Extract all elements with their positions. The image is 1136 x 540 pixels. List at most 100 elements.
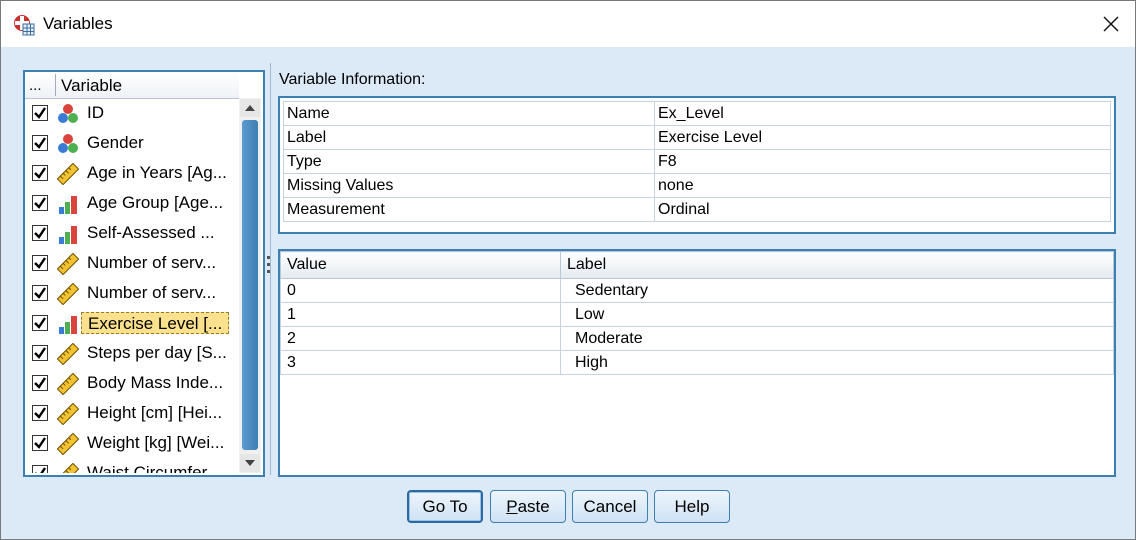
variable-list-item[interactable]: Weight [kg] [Wei...	[25, 429, 239, 459]
value-label-row[interactable]: 3 High	[280, 350, 1114, 375]
ordinal-icon	[59, 226, 77, 244]
variable-checkbox[interactable]	[32, 285, 48, 301]
variable-name: Age in Years [Ag...	[87, 163, 227, 182]
variable-name: Height [cm] [Hei...	[87, 403, 223, 422]
help-button[interactable]: Help	[654, 490, 730, 523]
info-key: Name	[283, 101, 655, 126]
label-cell: Moderate	[560, 326, 1114, 351]
info-row: Label Exercise Level	[283, 125, 1111, 150]
variables-dialog: Variables ... Variable ID Gender Age in Ye…	[0, 0, 1136, 540]
checkmark-icon	[34, 167, 46, 179]
scale-icon	[57, 253, 79, 275]
scale-icon	[57, 373, 79, 395]
scale-icon	[57, 433, 79, 455]
variable-name: Age Group [Age...	[87, 193, 224, 212]
triangle-down-icon	[245, 460, 255, 466]
nominal-icon	[58, 104, 78, 123]
cancel-button[interactable]: Cancel	[572, 490, 648, 523]
label-cell: Sedentary	[560, 278, 1114, 303]
variable-checkbox[interactable]	[32, 375, 48, 391]
variable-checkbox[interactable]	[32, 435, 48, 451]
paste-button[interactable]: Paste	[490, 490, 566, 523]
column-header-label[interactable]: Label	[560, 251, 1114, 279]
info-value: Ex_Level	[654, 101, 1111, 126]
value-cell: 2	[280, 326, 561, 351]
variable-checkbox[interactable]	[32, 225, 48, 241]
ordinal-icon	[59, 196, 77, 214]
checkmark-icon	[35, 467, 46, 473]
variable-checkbox[interactable]	[32, 465, 48, 473]
variable-list-item[interactable]: Exercise Level [...	[25, 309, 239, 339]
scale-icon	[57, 163, 79, 185]
triangle-up-icon	[245, 105, 255, 111]
checkmark-icon	[34, 437, 46, 449]
variable-name: Weight [kg] [Wei...	[87, 433, 225, 452]
scroll-up-button[interactable]	[240, 99, 260, 117]
checkmark-icon	[34, 407, 46, 419]
header-options[interactable]: ...	[29, 77, 42, 94]
label-cell: High	[560, 350, 1114, 375]
value-labels-table: Value Label 0 Sedentary 1 Low 2 Moderate 3 High	[280, 251, 1114, 375]
info-value: F8	[654, 149, 1111, 174]
variable-information-heading: Variable Information:	[279, 71, 426, 88]
nominal-icon	[58, 134, 78, 153]
column-header-value[interactable]: Value	[280, 251, 561, 279]
paste-mnemonic: P	[506, 496, 518, 516]
scroll-thumb[interactable]	[242, 120, 258, 450]
window-title: Variables	[43, 14, 113, 33]
variable-name: Waist Circumfer...	[87, 463, 221, 473]
variable-list-item[interactable]: Gender	[25, 129, 239, 159]
variable-name: Self-Assessed ...	[87, 223, 215, 242]
info-value: Ordinal	[654, 197, 1111, 222]
value-label-row[interactable]: 1 Low	[280, 302, 1114, 327]
variable-list-item[interactable]: Number of serv...	[25, 279, 239, 309]
info-row: Measurement Ordinal	[283, 197, 1111, 222]
scale-icon	[57, 343, 79, 365]
variable-list-item[interactable]: ID	[25, 99, 239, 129]
go-to-button[interactable]: Go To	[407, 490, 483, 523]
variable-information-table: Name Ex_Level Label Exercise Level Type F8 Mis…	[283, 101, 1111, 222]
variable-checkbox[interactable]	[32, 255, 48, 271]
variable-list-scrollbar[interactable]	[239, 98, 261, 473]
variable-checkbox[interactable]	[32, 315, 48, 331]
variable-checkbox[interactable]	[32, 195, 48, 211]
variable-name: Body Mass Inde...	[87, 373, 224, 392]
close-button[interactable]	[1091, 6, 1131, 42]
variable-list-item[interactable]: Waist Circumfer...	[25, 459, 239, 473]
checkmark-icon	[34, 257, 46, 269]
checkmark-icon	[34, 347, 46, 359]
value-label-row[interactable]: 2 Moderate	[280, 326, 1114, 351]
variable-list-item[interactable]: Age Group [Age...	[25, 189, 239, 219]
variable-list-item[interactable]: Steps per day [S...	[25, 339, 239, 369]
variable-list: ... Variable ID Gender Age in Years [Ag...…	[23, 70, 265, 477]
scroll-down-button[interactable]	[240, 454, 260, 472]
value-label-row[interactable]: 0 Sedentary	[280, 278, 1114, 303]
variable-list-item[interactable]: Height [cm] [Hei...	[25, 399, 239, 429]
variable-checkbox[interactable]	[32, 405, 48, 421]
label-cell: Low	[560, 302, 1114, 327]
variable-list-header[interactable]: ... Variable	[25, 72, 239, 99]
variable-list-item[interactable]: Self-Assessed ...	[25, 219, 239, 249]
close-icon	[1103, 16, 1119, 32]
variable-checkbox[interactable]	[32, 105, 48, 121]
info-row: Missing Values none	[283, 173, 1111, 198]
variable-checkbox[interactable]	[32, 165, 48, 181]
info-row: Type F8	[283, 149, 1111, 174]
variable-list-item[interactable]: Body Mass Inde...	[25, 369, 239, 399]
variable-name: Exercise Level [...	[81, 312, 229, 334]
scale-icon	[57, 283, 79, 305]
checkmark-icon	[34, 107, 46, 119]
info-value: Exercise Level	[654, 125, 1111, 150]
variable-list-item[interactable]: Age in Years [Ag...	[25, 159, 239, 189]
info-key: Missing Values	[283, 173, 655, 198]
ordinal-icon	[59, 316, 77, 334]
variable-checkbox[interactable]	[32, 135, 48, 151]
paste-label: aste	[517, 496, 550, 516]
variable-name: Number of serv...	[87, 253, 217, 272]
variable-list-item[interactable]: Number of serv...	[25, 249, 239, 279]
checkmark-icon	[34, 317, 46, 329]
variable-name: Steps per day [S...	[87, 343, 227, 362]
scale-icon	[57, 463, 79, 473]
variable-checkbox[interactable]	[32, 345, 48, 361]
value-cell: 1	[280, 302, 561, 327]
